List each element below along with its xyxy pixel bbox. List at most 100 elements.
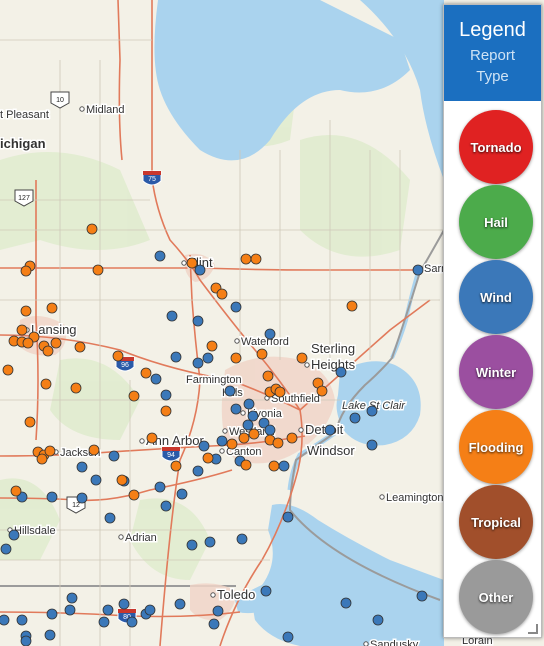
wind-report-marker[interactable] xyxy=(412,264,424,276)
wind-report-marker[interactable] xyxy=(264,424,276,436)
flooding-report-marker[interactable] xyxy=(256,348,268,360)
flooding-report-marker[interactable] xyxy=(316,385,328,397)
wind-report-marker[interactable] xyxy=(366,439,378,451)
flooding-report-marker[interactable] xyxy=(24,416,36,428)
flooding-report-marker[interactable] xyxy=(42,345,54,357)
flooding-report-marker[interactable] xyxy=(268,460,280,472)
wind-report-marker[interactable] xyxy=(0,614,10,626)
flooding-report-marker[interactable] xyxy=(16,324,28,336)
wind-report-marker[interactable] xyxy=(236,533,248,545)
wind-report-marker[interactable] xyxy=(150,373,162,385)
wind-report-marker[interactable] xyxy=(166,310,178,322)
flooding-report-marker[interactable] xyxy=(160,405,172,417)
wind-report-marker[interactable] xyxy=(118,598,130,610)
flooding-report-marker[interactable] xyxy=(22,337,34,349)
legend-item-flooding[interactable]: Flooding xyxy=(459,410,533,484)
wind-report-marker[interactable] xyxy=(366,405,378,417)
flooding-report-marker[interactable] xyxy=(50,337,62,349)
wind-report-marker[interactable] xyxy=(282,631,294,643)
wind-report-marker[interactable] xyxy=(90,474,102,486)
wind-report-marker[interactable] xyxy=(46,491,58,503)
flooding-report-marker[interactable] xyxy=(230,352,242,364)
flooding-report-marker[interactable] xyxy=(346,300,358,312)
flooding-report-marker[interactable] xyxy=(20,305,32,317)
legend-item-other[interactable]: Other xyxy=(459,560,533,634)
wind-report-marker[interactable] xyxy=(46,608,58,620)
wind-report-marker[interactable] xyxy=(278,460,290,472)
flooding-report-marker[interactable] xyxy=(86,223,98,235)
flooding-report-marker[interactable] xyxy=(238,432,250,444)
flooding-report-marker[interactable] xyxy=(128,489,140,501)
wind-report-marker[interactable] xyxy=(104,512,116,524)
wind-report-marker[interactable] xyxy=(340,597,352,609)
legend-item-hail[interactable]: Hail xyxy=(459,185,533,259)
wind-report-marker[interactable] xyxy=(335,366,347,378)
wind-report-marker[interactable] xyxy=(192,465,204,477)
flooding-report-marker[interactable] xyxy=(262,370,274,382)
flooding-report-marker[interactable] xyxy=(70,382,82,394)
flooding-report-marker[interactable] xyxy=(36,453,48,465)
wind-report-marker[interactable] xyxy=(20,635,32,646)
flooding-report-marker[interactable] xyxy=(74,341,86,353)
flooding-report-marker[interactable] xyxy=(46,302,58,314)
wind-report-marker[interactable] xyxy=(216,435,228,447)
flooding-report-marker[interactable] xyxy=(10,485,22,497)
wind-report-marker[interactable] xyxy=(224,385,236,397)
flooding-report-marker[interactable] xyxy=(88,444,100,456)
wind-report-marker[interactable] xyxy=(126,616,138,628)
wind-report-marker[interactable] xyxy=(98,616,110,628)
legend-item-winter[interactable]: Winter xyxy=(459,335,533,409)
wind-report-marker[interactable] xyxy=(76,492,88,504)
flooding-report-marker[interactable] xyxy=(216,288,228,300)
wind-report-marker[interactable] xyxy=(0,543,12,555)
wind-report-marker[interactable] xyxy=(102,604,114,616)
wind-report-marker[interactable] xyxy=(176,488,188,500)
wind-report-marker[interactable] xyxy=(192,357,204,369)
flooding-report-marker[interactable] xyxy=(116,474,128,486)
legend-item-wind[interactable]: Wind xyxy=(459,260,533,334)
flooding-report-marker[interactable] xyxy=(274,386,286,398)
wind-report-marker[interactable] xyxy=(202,352,214,364)
wind-report-marker[interactable] xyxy=(416,590,428,602)
wind-report-marker[interactable] xyxy=(170,351,182,363)
wind-report-marker[interactable] xyxy=(174,598,186,610)
flooding-report-marker[interactable] xyxy=(286,432,298,444)
wind-report-marker[interactable] xyxy=(76,461,88,473)
flooding-report-marker[interactable] xyxy=(226,438,238,450)
wind-report-marker[interactable] xyxy=(208,618,220,630)
wind-report-marker[interactable] xyxy=(349,412,361,424)
flooding-report-marker[interactable] xyxy=(146,432,158,444)
wind-report-marker[interactable] xyxy=(198,440,210,452)
wind-report-marker[interactable] xyxy=(160,500,172,512)
wind-report-marker[interactable] xyxy=(243,398,255,410)
wind-report-marker[interactable] xyxy=(154,481,166,493)
flooding-report-marker[interactable] xyxy=(170,460,182,472)
wind-report-marker[interactable] xyxy=(324,424,336,436)
wind-report-marker[interactable] xyxy=(372,614,384,626)
wind-report-marker[interactable] xyxy=(204,536,216,548)
flooding-report-marker[interactable] xyxy=(186,257,198,269)
wind-report-marker[interactable] xyxy=(282,511,294,523)
wind-report-marker[interactable] xyxy=(16,614,28,626)
flooding-report-marker[interactable] xyxy=(202,452,214,464)
wind-report-marker[interactable] xyxy=(242,419,254,431)
wind-report-marker[interactable] xyxy=(144,604,156,616)
wind-report-marker[interactable] xyxy=(8,529,20,541)
flooding-report-marker[interactable] xyxy=(248,428,260,440)
wind-report-marker[interactable] xyxy=(194,264,206,276)
flooding-report-marker[interactable] xyxy=(2,364,14,376)
wind-report-marker[interactable] xyxy=(108,450,120,462)
wind-report-marker[interactable] xyxy=(230,301,242,313)
legend-item-tornado[interactable]: Tornado xyxy=(459,110,533,184)
wind-report-marker[interactable] xyxy=(264,328,276,340)
resize-handle[interactable] xyxy=(528,624,538,634)
flooding-report-marker[interactable] xyxy=(20,265,32,277)
wind-report-marker[interactable] xyxy=(154,250,166,262)
flooding-report-marker[interactable] xyxy=(140,367,152,379)
wind-report-marker[interactable] xyxy=(66,592,78,604)
flooding-report-marker[interactable] xyxy=(240,459,252,471)
flooding-report-marker[interactable] xyxy=(44,445,56,457)
wind-report-marker[interactable] xyxy=(230,403,242,415)
flooding-report-marker[interactable] xyxy=(240,253,252,265)
legend-item-tropical[interactable]: Tropical xyxy=(459,485,533,559)
